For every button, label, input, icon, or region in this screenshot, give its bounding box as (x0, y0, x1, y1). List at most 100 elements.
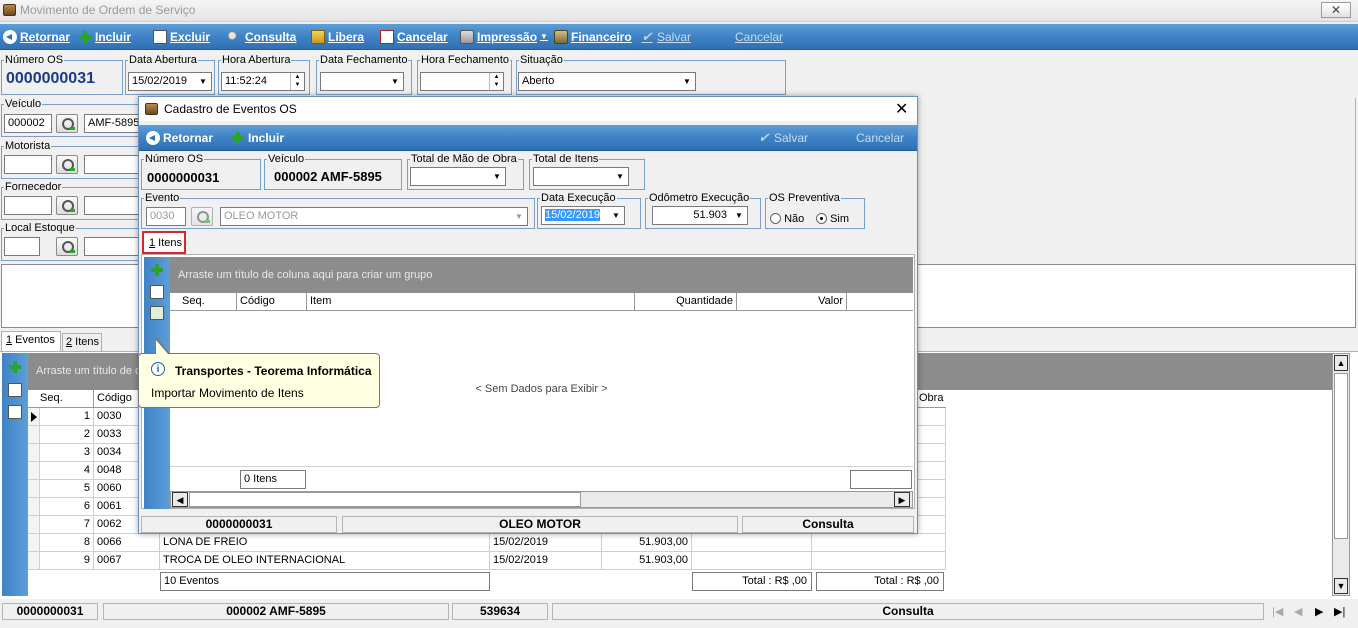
veiculo-search-icon[interactable] (56, 114, 78, 133)
col-seq[interactable]: Seq. (28, 390, 94, 407)
radio-sim[interactable]: Sim (816, 213, 849, 225)
chevron-down-icon[interactable]: ▼ (612, 168, 628, 185)
chevron-down-icon[interactable]: ▼ (195, 73, 211, 90)
fornecedor-codigo-field[interactable] (4, 196, 52, 215)
nav-prev-icon[interactable]: ◀ (1294, 605, 1302, 618)
table-row[interactable]: 8 0066 LONA DE FREIO 15/02/2019 51.903,00 (28, 534, 946, 552)
cell-codigo: 0066 (94, 534, 160, 551)
local-estoque-nome-field[interactable] (84, 237, 140, 256)
chevron-down-icon[interactable]: ▼ (608, 207, 624, 224)
dialog-col-quantidade[interactable]: Quantidade (635, 293, 737, 310)
key-icon (228, 29, 242, 44)
dialog-horizontal-scrollbar[interactable]: ◀ ▶ (170, 491, 913, 508)
dialog-col-codigo[interactable]: Código (237, 293, 307, 310)
evento-search-icon[interactable] (191, 207, 213, 226)
total-itens-field[interactable]: ▼ (533, 167, 629, 186)
scroll-up-icon[interactable]: ▲ (1334, 355, 1348, 371)
dialog-col-item[interactable]: Item (307, 293, 635, 310)
tooltip-title: Transportes - Teorema Informática (175, 364, 372, 378)
incluir-button[interactable]: Incluir (78, 24, 131, 49)
col-obra[interactable]: Obra (916, 390, 946, 407)
table-row[interactable]: 9 0067 TROCA DE OLEO INTERNACIONAL 15/02/20… (28, 552, 946, 570)
nav-first-icon[interactable]: |◀ (1272, 605, 1283, 618)
radio-nao-icon (770, 213, 781, 224)
hscroll-thumb[interactable] (189, 492, 581, 507)
scroll-down-icon[interactable]: ▼ (1334, 578, 1348, 594)
chevron-down-icon[interactable]: ▼ (731, 207, 747, 224)
tab-itens[interactable]: 2 Itens (62, 333, 102, 351)
evento-desc-select[interactable]: OLEO MOTOR ▼ (220, 207, 528, 226)
evento-codigo-field[interactable]: 0030 (146, 207, 186, 226)
cancel-doc-icon (380, 29, 394, 44)
situacao-select[interactable]: Aberto ▼ (518, 72, 696, 91)
scroll-thumb[interactable] (1334, 373, 1348, 539)
fornecedor-search-icon[interactable] (56, 196, 78, 215)
nav-next-icon[interactable]: ▶ (1315, 605, 1323, 618)
motorista-label: Motorista (5, 140, 51, 152)
hscroll-left-icon[interactable]: ◀ (172, 492, 188, 507)
copy-icon[interactable] (8, 383, 22, 397)
chevron-down-icon[interactable]: ▼ (679, 73, 695, 90)
dialog-incluir-button[interactable]: Incluir (231, 125, 284, 150)
data-fechamento-field[interactable]: ▼ (320, 72, 404, 91)
main-vertical-scrollbar[interactable]: ▲ ▼ (1332, 353, 1350, 596)
total-mao-obra-field[interactable]: ▼ (410, 167, 506, 186)
motorista-search-icon[interactable] (56, 155, 78, 174)
dialog-retornar-button[interactable]: Retornar (146, 125, 213, 150)
dialog-cancelar-button[interactable]: Cancelar (856, 125, 904, 150)
hscroll-right-icon[interactable]: ▶ (894, 492, 910, 507)
salvar-button[interactable]: ✔ Salvar (640, 24, 691, 49)
import-items-icon[interactable] (150, 306, 164, 320)
dialog-numero-os-label: Número OS (145, 153, 204, 165)
dialog-close-button[interactable]: ✕ (895, 99, 908, 119)
add-event-icon[interactable] (8, 360, 22, 374)
delete-event-icon[interactable] (8, 405, 22, 419)
cancelar-edit-button[interactable]: Cancelar (735, 24, 783, 49)
main-close-button[interactable]: ✕ (1321, 2, 1351, 18)
plus-icon (231, 131, 245, 145)
data-execucao-label: Data Execução (541, 192, 616, 204)
hora-fechamento-field[interactable]: ▲ ▼ (420, 72, 504, 91)
data-execucao-field[interactable]: 15/02/2019 ▼ (541, 206, 625, 225)
consulta-button[interactable]: Consulta (228, 24, 296, 49)
dialog-veiculo-value: 000002 AMF-5895 (274, 169, 382, 184)
spin-arrows-icon[interactable]: ▲ ▼ (290, 73, 304, 90)
retornar-button[interactable]: Retornar (3, 24, 70, 49)
fornecedor-nome-field[interactable] (84, 196, 140, 215)
nav-last-icon[interactable]: ▶| (1334, 605, 1345, 618)
tooltip-balloon: i Transportes - Teorema Informática Impo… (138, 353, 380, 408)
data-abertura-field[interactable]: 15/02/2019 ▼ (128, 72, 212, 91)
delete-item-icon[interactable] (150, 285, 164, 299)
libera-button[interactable]: Libera (311, 24, 364, 49)
add-item-icon[interactable] (150, 263, 164, 277)
chevron-down-icon[interactable]: ▼ (511, 208, 527, 225)
hora-fechamento-label: Hora Fechamento (421, 54, 510, 66)
local-estoque-codigo-field[interactable] (4, 237, 40, 256)
motorista-nome-field[interactable] (84, 155, 140, 174)
dialog-salvar-button[interactable]: ✔ Salvar (757, 125, 808, 150)
financeiro-button[interactable]: Financeiro (554, 24, 632, 49)
chevron-down-icon[interactable]: ▼ (489, 168, 505, 185)
impressao-button[interactable]: Impressão ▼ (460, 24, 548, 49)
veiculo-placa-field[interactable]: AMF-5895 (84, 114, 140, 133)
chevron-down-icon[interactable]: ▼ (387, 73, 403, 90)
app-icon (3, 4, 16, 16)
veiculo-codigo-field[interactable]: 000002 (4, 114, 52, 133)
observacao-memo[interactable] (1, 264, 139, 328)
spin-arrows-icon[interactable]: ▲ ▼ (489, 73, 503, 90)
local-estoque-search-icon[interactable] (56, 237, 78, 256)
dialog-col-valor[interactable]: Valor (737, 293, 847, 310)
hora-abertura-field[interactable]: 11:52:24 ▲ ▼ (221, 72, 305, 91)
observacao-memo-right[interactable] (917, 264, 1356, 328)
tab-eventos[interactable]: 1 Eventos (1, 331, 61, 351)
dialog-col-seq[interactable]: Seq. (170, 293, 237, 310)
odometro-field[interactable]: 51.903 ▼ (652, 206, 748, 225)
eventos-dialog: Cadastro de Eventos OS ✕ Retornar Inclui… (138, 96, 918, 534)
cancelar-button[interactable]: Cancelar (380, 24, 448, 49)
cell-data: 15/02/2019 (490, 534, 602, 551)
dialog-tab-itens[interactable]: 1 Itens (142, 231, 186, 254)
radio-nao[interactable]: Não (770, 213, 804, 225)
excluir-button[interactable]: Excluir (153, 24, 210, 49)
motorista-codigo-field[interactable] (4, 155, 52, 174)
cell-empty (812, 534, 946, 551)
